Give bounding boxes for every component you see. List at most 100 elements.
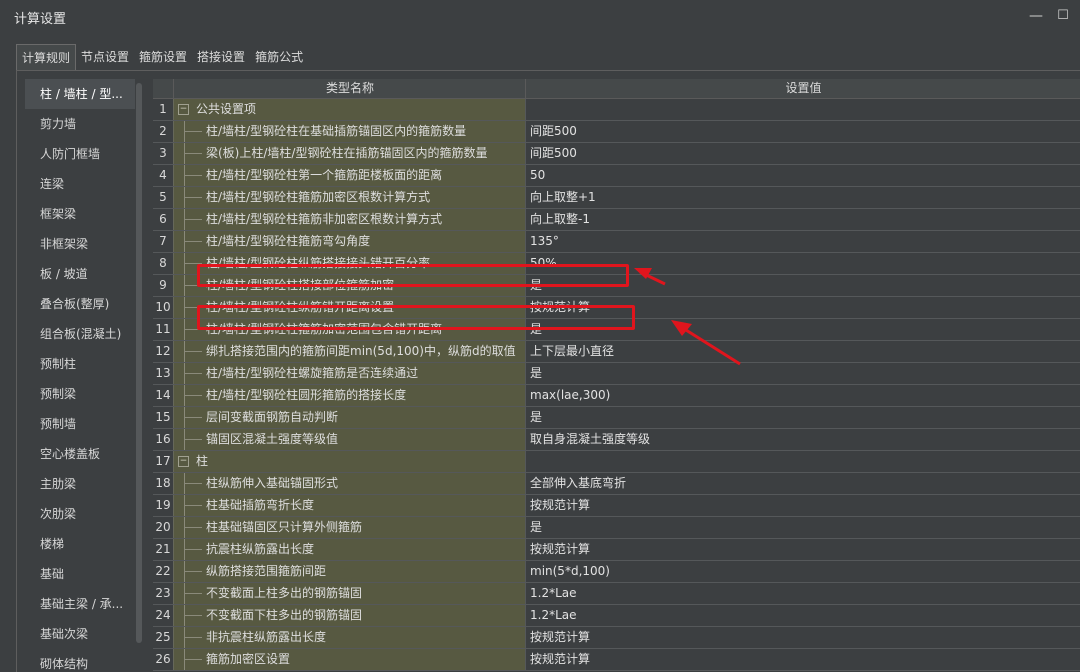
setting-value-cell[interactable]: 向上取整-1 xyxy=(525,209,1080,230)
category-item[interactable]: 基础次梁 xyxy=(25,619,135,649)
table-row[interactable]: 19 柱基础插筋弯折长度 按规范计算 xyxy=(153,495,1080,517)
minimize-icon[interactable]: — xyxy=(1026,6,1046,26)
category-item[interactable]: 剪力墙 xyxy=(25,109,135,139)
table-row[interactable]: 26 箍筋加密区设置 按规范计算 xyxy=(153,649,1080,671)
setting-value-cell[interactable]: 向上取整+1 xyxy=(525,187,1080,208)
table-row[interactable]: 21 抗震柱纵筋露出长度 按规范计算 xyxy=(153,539,1080,561)
category-item[interactable]: 预制墙 xyxy=(25,409,135,439)
setting-value-cell[interactable]: 50 xyxy=(525,165,1080,186)
setting-name-cell[interactable]: 柱纵筋伸入基础锚固形式 xyxy=(173,473,525,494)
setting-name-cell[interactable]: 柱/墙柱/型钢砼柱螺旋箍筋是否连续通过 xyxy=(173,363,525,384)
category-item[interactable]: 非框架梁 xyxy=(25,229,135,259)
table-row[interactable]: 7 柱/墙柱/型钢砼柱箍筋弯勾角度 135° xyxy=(153,231,1080,253)
table-row[interactable]: 5 柱/墙柱/型钢砼柱箍筋加密区根数计算方式 向上取整+1 xyxy=(153,187,1080,209)
setting-name-cell[interactable]: 柱/墙柱/型钢砼柱第一个箍筋距楼板面的距离 xyxy=(173,165,525,186)
setting-value-cell[interactable]: 间距500 xyxy=(525,143,1080,164)
table-row[interactable]: 6 柱/墙柱/型钢砼柱箍筋非加密区根数计算方式 向上取整-1 xyxy=(153,209,1080,231)
column-header-name[interactable]: 类型名称 xyxy=(173,79,526,98)
setting-value-cell[interactable] xyxy=(525,99,1080,120)
table-row[interactable]: 23 不变截面上柱多出的钢筋锚固 1.2*Lae xyxy=(153,583,1080,605)
category-item[interactable]: 预制梁 xyxy=(25,379,135,409)
column-header-value[interactable]: 设置值 xyxy=(525,79,1080,98)
table-row[interactable]: 15 层间变截面钢筋自动判断 是 xyxy=(153,407,1080,429)
setting-value-cell[interactable]: 全部伸入基底弯折 xyxy=(525,473,1080,494)
setting-name-cell[interactable]: 柱基础锚固区只计算外侧箍筋 xyxy=(173,517,525,538)
tab-stirrup-formula[interactable]: 箍筋公式 xyxy=(250,44,308,70)
category-item[interactable]: 预制柱 xyxy=(25,349,135,379)
setting-name-cell[interactable]: 箍筋加密区设置 xyxy=(173,649,525,670)
setting-value-cell[interactable]: 上下层最小直径 xyxy=(525,341,1080,362)
category-item[interactable]: 连梁 xyxy=(25,169,135,199)
setting-value-cell[interactable]: 按规范计算 xyxy=(525,495,1080,516)
table-row[interactable]: 3 梁(板)上柱/墙柱/型钢砼柱在插筋锚固区内的箍筋数量 间距500 xyxy=(153,143,1080,165)
category-item[interactable]: 次肋梁 xyxy=(25,499,135,529)
setting-name-cell[interactable]: 柱基础插筋弯折长度 xyxy=(173,495,525,516)
setting-name-cell[interactable]: 柱/墙柱/型钢砼柱箍筋非加密区根数计算方式 xyxy=(173,209,525,230)
table-row[interactable]: 14 柱/墙柱/型钢砼柱圆形箍筋的搭接长度 max(lae,300) xyxy=(153,385,1080,407)
setting-name-cell[interactable]: 锚固区混凝土强度等级值 xyxy=(173,429,525,450)
setting-name-cell[interactable]: 柱/墙柱/型钢砼柱箍筋加密区根数计算方式 xyxy=(173,187,525,208)
category-item[interactable]: 柱 / 墙柱 / 型... xyxy=(25,79,135,109)
category-item[interactable]: 砌体结构 xyxy=(25,649,135,671)
table-row[interactable]: 4 柱/墙柱/型钢砼柱第一个箍筋距楼板面的距离 50 xyxy=(153,165,1080,187)
table-row[interactable]: 24 不变截面下柱多出的钢筋锚固 1.2*Lae xyxy=(153,605,1080,627)
tree-branch xyxy=(184,131,202,132)
table-row[interactable]: 25 非抗震柱纵筋露出长度 按规范计算 xyxy=(153,627,1080,649)
setting-name-cell[interactable]: 层间变截面钢筋自动判断 xyxy=(173,407,525,428)
setting-name-cell[interactable]: 纵筋搭接范围箍筋间距 xyxy=(173,561,525,582)
category-item[interactable]: 框架梁 xyxy=(25,199,135,229)
setting-name-cell[interactable]: − 柱 xyxy=(173,451,525,472)
setting-value-cell[interactable]: 1.2*Lae xyxy=(525,605,1080,626)
collapse-icon[interactable]: − xyxy=(178,104,189,115)
scrollbar-thumb[interactable] xyxy=(136,83,142,643)
table-row[interactable]: 20 柱基础锚固区只计算外侧箍筋 是 xyxy=(153,517,1080,539)
tab-node-settings[interactable]: 节点设置 xyxy=(76,44,134,70)
setting-value-cell[interactable]: 取自身混凝土强度等级 xyxy=(525,429,1080,450)
setting-name-cell[interactable]: − 公共设置项 xyxy=(173,99,525,120)
category-item[interactable]: 基础 xyxy=(25,559,135,589)
table-row[interactable]: 13 柱/墙柱/型钢砼柱螺旋箍筋是否连续通过 是 xyxy=(153,363,1080,385)
table-row[interactable]: 12 绑扎搭接范围内的箍筋间距min(5d,100)中，纵筋d的取值 上下层最小直径 xyxy=(153,341,1080,363)
setting-value-cell[interactable]: 按规范计算 xyxy=(525,627,1080,648)
category-item[interactable]: 楼梯 xyxy=(25,529,135,559)
category-item[interactable]: 组合板(混凝土) xyxy=(25,319,135,349)
setting-name-cell[interactable]: 抗震柱纵筋露出长度 xyxy=(173,539,525,560)
maximize-icon[interactable]: ☐ xyxy=(1053,6,1073,26)
category-item[interactable]: 人防门框墙 xyxy=(25,139,135,169)
setting-value-cell[interactable]: 是 xyxy=(525,517,1080,538)
category-item[interactable]: 板 / 坡道 xyxy=(25,259,135,289)
category-item[interactable]: 空心楼盖板 xyxy=(25,439,135,469)
setting-value-cell[interactable]: 按规范计算 xyxy=(525,649,1080,670)
category-item[interactable]: 基础主梁 / 承... xyxy=(25,589,135,619)
group-row[interactable]: 17− 柱 xyxy=(153,451,1080,473)
category-item[interactable]: 主肋梁 xyxy=(25,469,135,499)
setting-value-cell[interactable]: 是 xyxy=(525,407,1080,428)
setting-name-cell[interactable]: 柱/墙柱/型钢砼柱箍筋弯勾角度 xyxy=(173,231,525,252)
setting-value-cell[interactable]: 1.2*Lae xyxy=(525,583,1080,604)
setting-value-cell[interactable]: 是 xyxy=(525,363,1080,384)
group-row[interactable]: 1− 公共设置项 xyxy=(153,99,1080,121)
table-row[interactable]: 16 锚固区混凝土强度等级值 取自身混凝土强度等级 xyxy=(153,429,1080,451)
setting-value-cell[interactable]: 135° xyxy=(525,231,1080,252)
table-row[interactable]: 22 纵筋搭接范围箍筋间距 min(5*d,100) xyxy=(153,561,1080,583)
table-row[interactable]: 2 柱/墙柱/型钢砼柱在基础插筋锚固区内的箍筋数量 间距500 xyxy=(153,121,1080,143)
setting-name-cell[interactable]: 柱/墙柱/型钢砼柱圆形箍筋的搭接长度 xyxy=(173,385,525,406)
setting-name-cell[interactable]: 柱/墙柱/型钢砼柱在基础插筋锚固区内的箍筋数量 xyxy=(173,121,525,142)
setting-name-cell[interactable]: 梁(板)上柱/墙柱/型钢砼柱在插筋锚固区内的箍筋数量 xyxy=(173,143,525,164)
category-scrollbar[interactable] xyxy=(136,79,142,671)
setting-name-cell[interactable]: 不变截面下柱多出的钢筋锚固 xyxy=(173,605,525,626)
setting-value-cell[interactable]: 间距500 xyxy=(525,121,1080,142)
setting-name-cell[interactable]: 不变截面上柱多出的钢筋锚固 xyxy=(173,583,525,604)
table-row[interactable]: 18 柱纵筋伸入基础锚固形式 全部伸入基底弯折 xyxy=(153,473,1080,495)
setting-value-cell[interactable]: max(lae,300) xyxy=(525,385,1080,406)
tab-calc-rules[interactable]: 计算规则 xyxy=(16,44,77,70)
collapse-icon[interactable]: − xyxy=(178,456,189,467)
setting-value-cell[interactable]: min(5*d,100) xyxy=(525,561,1080,582)
setting-name-cell[interactable]: 绑扎搭接范围内的箍筋间距min(5d,100)中，纵筋d的取值 xyxy=(173,341,525,362)
setting-value-cell[interactable] xyxy=(525,451,1080,472)
tab-stirrup-settings[interactable]: 箍筋设置 xyxy=(134,44,192,70)
category-item[interactable]: 叠合板(整厚) xyxy=(25,289,135,319)
setting-name-cell[interactable]: 非抗震柱纵筋露出长度 xyxy=(173,627,525,648)
tab-lap-settings[interactable]: 搭接设置 xyxy=(192,44,250,70)
setting-value-cell[interactable]: 按规范计算 xyxy=(525,539,1080,560)
